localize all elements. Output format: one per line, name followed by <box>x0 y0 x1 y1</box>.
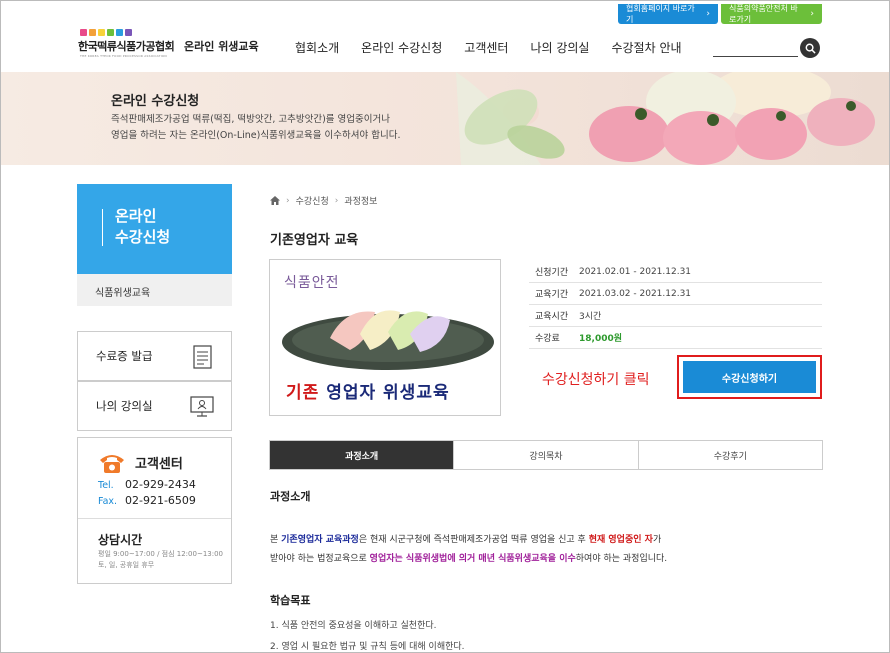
course-thumbnail: 식품안전 기존 영업자 위생교육 <box>269 259 501 416</box>
apply-button[interactable]: 수강신청하기 <box>683 361 816 393</box>
page-frame: 협회홈페이지 바로가기 › 식품의약품안전처 바로가기 › 한국떡류식품가공협회… <box>0 0 890 653</box>
intro-text: 본 <box>270 535 282 545</box>
tab-reviews[interactable]: 수강후기 <box>637 441 822 469</box>
my-classroom-label: 나의 강의실 <box>96 399 153 413</box>
search-button[interactable] <box>800 38 820 58</box>
intro-text: 은 현재 시군구청에 즉석판매제조가공업 떡류 영업을 신고 후 <box>358 535 589 545</box>
intro-text: 가 <box>652 535 662 545</box>
thumb-caption-red: 기존 <box>286 383 320 403</box>
info-row: 수강료 18,000원 <box>529 327 822 349</box>
customer-center-box: 고객센터 Tel. 02-929-2434 Fax. 02-921-6509 상담시… <box>77 437 232 584</box>
mfds-link[interactable]: 식품의약품안전처 바로가기 › <box>721 4 822 24</box>
click-instruction: 수강신청하기 클릭 <box>542 372 650 388</box>
nav-my-classroom[interactable]: 나의 강의실 <box>530 39 589 56</box>
intro-description: 본 기존영업자 교육과정은 현재 시군구청에 즉석판매제조가공업 떡류 영업을 … <box>270 531 740 569</box>
breadcrumb-apply[interactable]: 수강신청 <box>296 194 329 207</box>
intro-target: 현재 영업중인 자 <box>588 535 653 545</box>
course-tabs: 과정소개 강의목차 수강후기 <box>269 440 823 470</box>
hours-text: 평일 9:00~17:00 / 점심 12:00~13:00 토, 일, 공휴일… <box>98 549 223 571</box>
contact-numbers: Tel. 02-929-2434 Fax. 02-921-6509 <box>98 477 196 509</box>
goal-item: 1. 식품 안전의 중요성을 이해하고 실천한다. <box>270 621 437 631</box>
home-icon[interactable] <box>270 196 280 205</box>
info-row: 교육시간 3시간 <box>529 305 822 327</box>
goals-title: 학습목표 <box>270 594 311 607</box>
my-classroom-button[interactable]: 나의 강의실 <box>77 381 232 431</box>
divider <box>78 518 231 519</box>
sidebar-item-food-hygiene[interactable]: 식품위생교육 <box>77 274 232 306</box>
tel-label: Tel. <box>98 480 114 491</box>
phone-icon <box>100 455 124 473</box>
fax-number: 02-921-6509 <box>125 494 196 507</box>
intro-requirement: 영업자는 식품위생법에 의거 매년 식품위생교육을 이수 <box>369 554 576 564</box>
logo-name[interactable]: 한국떡류식품가공협회 <box>78 38 175 54</box>
association-homepage-label: 협회홈페이지 바로가기 <box>626 4 695 24</box>
search-icon <box>805 43 816 54</box>
intro-course-name: 기존영업자 교육과정 <box>281 535 359 545</box>
banner-title: 온라인 수강신청 <box>111 94 200 109</box>
chevron-right-icon: › <box>810 9 814 19</box>
course-info-table: 신청기간 2021.02.01 - 2021.12.31 교육기간 2021.03.… <box>529 261 822 349</box>
search-input[interactable] <box>713 56 798 57</box>
info-value: 2021.03.02 - 2021.12.31 <box>579 288 692 299</box>
intro-text: 하여야 하는 과정입니다. <box>575 554 668 564</box>
info-value: 3시간 <box>579 312 602 322</box>
tab-syllabus[interactable]: 강의목차 <box>453 441 638 469</box>
intro-title: 과정소개 <box>270 490 311 503</box>
nav-customer-center[interactable]: 고객센터 <box>464 39 508 56</box>
nav-procedure-guide[interactable]: 수강절차 안내 <box>611 39 681 56</box>
banner-desc-line2: 영업을 하려는 자는 온라인(On-Line)식품위생교육을 이수하셔야 합니다… <box>111 130 401 141</box>
breadcrumb: › 수강신청 › 과정정보 <box>270 194 377 207</box>
logo-edu[interactable]: 온라인 위생교육 <box>184 38 259 54</box>
customer-center-title: 고객센터 <box>135 457 183 472</box>
thumb-caption-rest: 영업자 위생교육 <box>326 383 450 403</box>
nav-about[interactable]: 협회소개 <box>295 39 339 56</box>
hours-weekend: 토, 일, 공휴일 휴무 <box>98 561 155 569</box>
sidebar-title-line1: 온라인 <box>115 207 157 225</box>
course-title: 기존영업자 교육 <box>270 233 359 248</box>
tel-number: 02-929-2434 <box>125 478 196 491</box>
thumb-caption: 기존 영업자 위생교육 <box>286 378 450 403</box>
logo-mark <box>80 29 132 36</box>
nav-online-apply[interactable]: 온라인 수강신청 <box>361 39 442 56</box>
info-value: 2021.02.01 - 2021.12.31 <box>579 266 692 277</box>
info-row: 신청기간 2021.02.01 - 2021.12.31 <box>529 261 822 283</box>
monitor-icon <box>190 396 214 417</box>
divider <box>102 209 103 246</box>
hours-title: 상담시간 <box>98 533 143 547</box>
fax-label: Fax. <box>98 496 118 507</box>
main-nav: 협회소개 온라인 수강신청 고객센터 나의 강의실 수강절차 안내 <box>295 39 704 56</box>
breadcrumb-course-info: 과정정보 <box>344 197 378 207</box>
apply-highlight: 수강신청하기 <box>677 355 822 399</box>
certificate-button[interactable]: 수료증 발급 <box>77 331 232 381</box>
sidebar-title: 온라인 수강신청 <box>115 206 170 248</box>
mfds-label: 식품의약품안전처 바로가기 <box>729 4 798 24</box>
hours-weekday: 평일 9:00~17:00 / 점심 12:00~13:00 <box>98 550 223 558</box>
chevron-right-icon: › <box>706 9 710 19</box>
goal-item: 2. 영업 시 필요한 법규 및 규칙 등에 대해 이해한다. <box>270 642 465 652</box>
tab-intro[interactable]: 과정소개 <box>270 441 454 469</box>
goals-list: 1. 식품 안전의 중요성을 이해하고 실천한다. 2. 영업 시 필요한 법규… <box>270 616 465 652</box>
sidebar-header: 온라인 수강신청 <box>77 184 232 274</box>
certificate-label: 수료증 발급 <box>96 349 153 363</box>
association-homepage-link[interactable]: 협회홈페이지 바로가기 › <box>618 4 718 24</box>
intro-text: 받아야 하는 법정교육으로 <box>270 554 370 564</box>
header: 한국떡류식품가공협회 THE KOREA TTEOK FOOD PROCESSO… <box>1 25 889 71</box>
info-key: 교육시간 <box>535 312 569 322</box>
info-key: 교육기간 <box>535 290 569 300</box>
thumb-food-safety: 식품안전 <box>284 275 340 291</box>
breadcrumb-separator: › <box>334 195 339 206</box>
logo-subtitle: THE KOREA TTEOK FOOD PROCESSOR ASSOCIATI… <box>80 54 167 58</box>
breadcrumb-separator: › <box>286 195 290 206</box>
certificate-icon <box>193 345 212 369</box>
banner-desc-line1: 즉석판매제조가공업 떡류(떡집, 떡방앗간, 고추방앗간)를 영업중이거나 <box>111 114 390 125</box>
info-key: 신청기간 <box>535 268 569 278</box>
info-key: 수강료 <box>535 334 560 344</box>
info-row: 교육기간 2021.03.02 - 2021.12.31 <box>529 283 822 305</box>
info-value-price: 18,000원 <box>579 334 623 344</box>
hero-banner: 온라인 수강신청 즉석판매제조가공업 떡류(떡집, 떡방앗간, 고추방앗간)를 … <box>1 72 889 165</box>
sidebar-title-line2: 수강신청 <box>115 228 171 246</box>
top-links: 협회홈페이지 바로가기 › 식품의약품안전처 바로가기 › <box>618 4 822 24</box>
banner-description: 즉석판매제조가공업 떡류(떡집, 떡방앗간, 고추방앗간)를 영업중이거나 영업… <box>111 112 441 144</box>
